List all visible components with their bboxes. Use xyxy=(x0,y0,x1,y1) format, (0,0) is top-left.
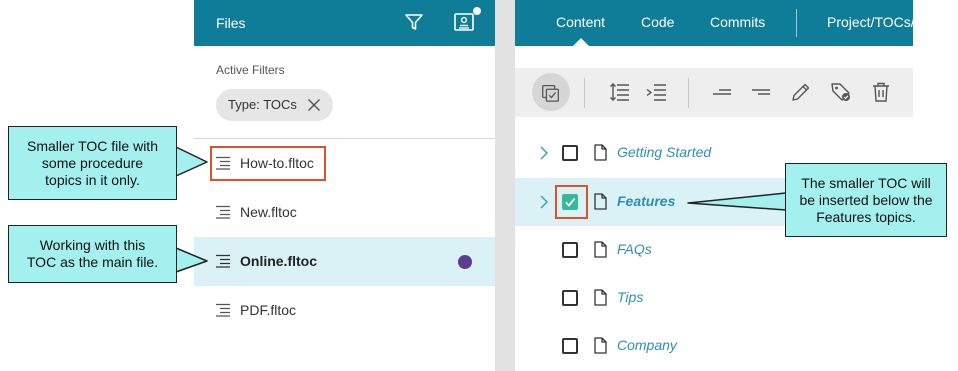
content-tabs-bar: Content Code Commits Project/TOCs/ xyxy=(515,0,913,46)
toc-file-icon xyxy=(216,303,230,317)
filter-chip-type[interactable]: Type: TOCs xyxy=(216,89,333,121)
callout-line: Working with this xyxy=(39,237,146,253)
checkbox-highlight-box xyxy=(555,185,588,219)
active-tab-indicator xyxy=(573,38,589,46)
chevron-right-icon[interactable] xyxy=(539,195,549,209)
callout-line: TOC as the main file. xyxy=(26,254,159,270)
toc-row-company: Company xyxy=(515,322,913,370)
filter-chip-label: Type: TOCs xyxy=(228,97,297,112)
toc-item-link[interactable]: Features xyxy=(617,193,675,209)
callout-smaller-toc: Smaller TOC file with some procedure top… xyxy=(8,126,177,200)
move-down-icon[interactable] xyxy=(750,80,774,104)
callout-line: topics in it only. xyxy=(45,171,140,188)
toc-item-link[interactable]: Tips xyxy=(617,289,643,305)
toc-toolbar xyxy=(515,68,913,117)
files-panel: Files Active Filters Type: TOCs How-to.f… xyxy=(194,0,495,371)
tab-commits[interactable]: Commits xyxy=(710,14,765,30)
tab-content[interactable]: Content xyxy=(556,14,605,30)
filter-funnel-icon[interactable] xyxy=(404,12,424,32)
close-icon[interactable] xyxy=(307,98,321,112)
outdent-icon[interactable] xyxy=(645,80,669,104)
tag-icon[interactable] xyxy=(829,80,853,104)
callout-line: Smaller TOC file with xyxy=(27,137,158,154)
toolbar-separator xyxy=(688,78,689,108)
file-name: New.fltoc xyxy=(240,204,297,220)
callout-line: be inserted below the xyxy=(799,191,933,208)
document-icon xyxy=(594,193,607,210)
move-up-icon[interactable] xyxy=(711,80,735,104)
callout-main-file: Working with this TOC as the main file. xyxy=(8,225,177,283)
checked-out-status-dot xyxy=(458,255,472,269)
toc-item-link[interactable]: Company xyxy=(617,337,677,353)
callout-line: The smaller TOC will xyxy=(801,174,931,191)
file-row-pdf[interactable]: PDF.fltoc xyxy=(194,286,495,335)
document-icon xyxy=(594,144,607,161)
toc-item-link[interactable]: Getting Started xyxy=(617,144,711,160)
toc-checkbox[interactable] xyxy=(562,338,578,354)
panel-splitter[interactable] xyxy=(495,0,515,371)
file-row-new[interactable]: New.fltoc xyxy=(194,188,495,237)
notification-dot xyxy=(473,7,481,15)
toc-item-link[interactable]: FAQs xyxy=(617,241,652,257)
file-name: PDF.fltoc xyxy=(240,302,297,318)
tab-code[interactable]: Code xyxy=(641,14,674,30)
file-row-online[interactable]: Online.fltoc xyxy=(194,237,495,286)
indent-icon[interactable] xyxy=(608,80,632,104)
toolbar-separator xyxy=(584,78,585,108)
callout-line: Features topics. xyxy=(816,208,916,225)
chevron-right-icon[interactable] xyxy=(539,146,549,160)
callout-line: some procedure xyxy=(41,154,144,171)
toc-checkbox[interactable] xyxy=(562,242,578,258)
toc-row-tips: Tips xyxy=(515,274,913,322)
toc-file-icon xyxy=(216,205,230,219)
file-highlight-box xyxy=(210,146,326,181)
filter-chip-key: Type: xyxy=(228,97,260,112)
select-all-button[interactable] xyxy=(532,73,570,111)
tab-separator xyxy=(796,9,797,37)
callout-inserted-below: The smaller TOC will be inserted below t… xyxy=(785,163,947,237)
toc-checkbox[interactable] xyxy=(562,145,578,161)
select-all-icon xyxy=(542,84,559,102)
files-header: Files xyxy=(194,0,495,46)
document-icon xyxy=(594,241,607,258)
delete-icon[interactable] xyxy=(869,80,893,104)
document-icon xyxy=(594,337,607,354)
file-name: Online.fltoc xyxy=(240,253,317,269)
toc-file-icon xyxy=(216,254,230,268)
filter-chip-value: TOCs xyxy=(263,97,297,112)
document-icon xyxy=(594,289,607,306)
active-filters-label: Active Filters xyxy=(216,63,285,77)
edit-icon[interactable] xyxy=(789,80,813,104)
toc-checkbox[interactable] xyxy=(562,290,578,306)
file-report-icon[interactable] xyxy=(452,10,476,34)
files-panel-title: Files xyxy=(216,15,246,31)
tab-project-path[interactable]: Project/TOCs/ xyxy=(827,14,913,30)
